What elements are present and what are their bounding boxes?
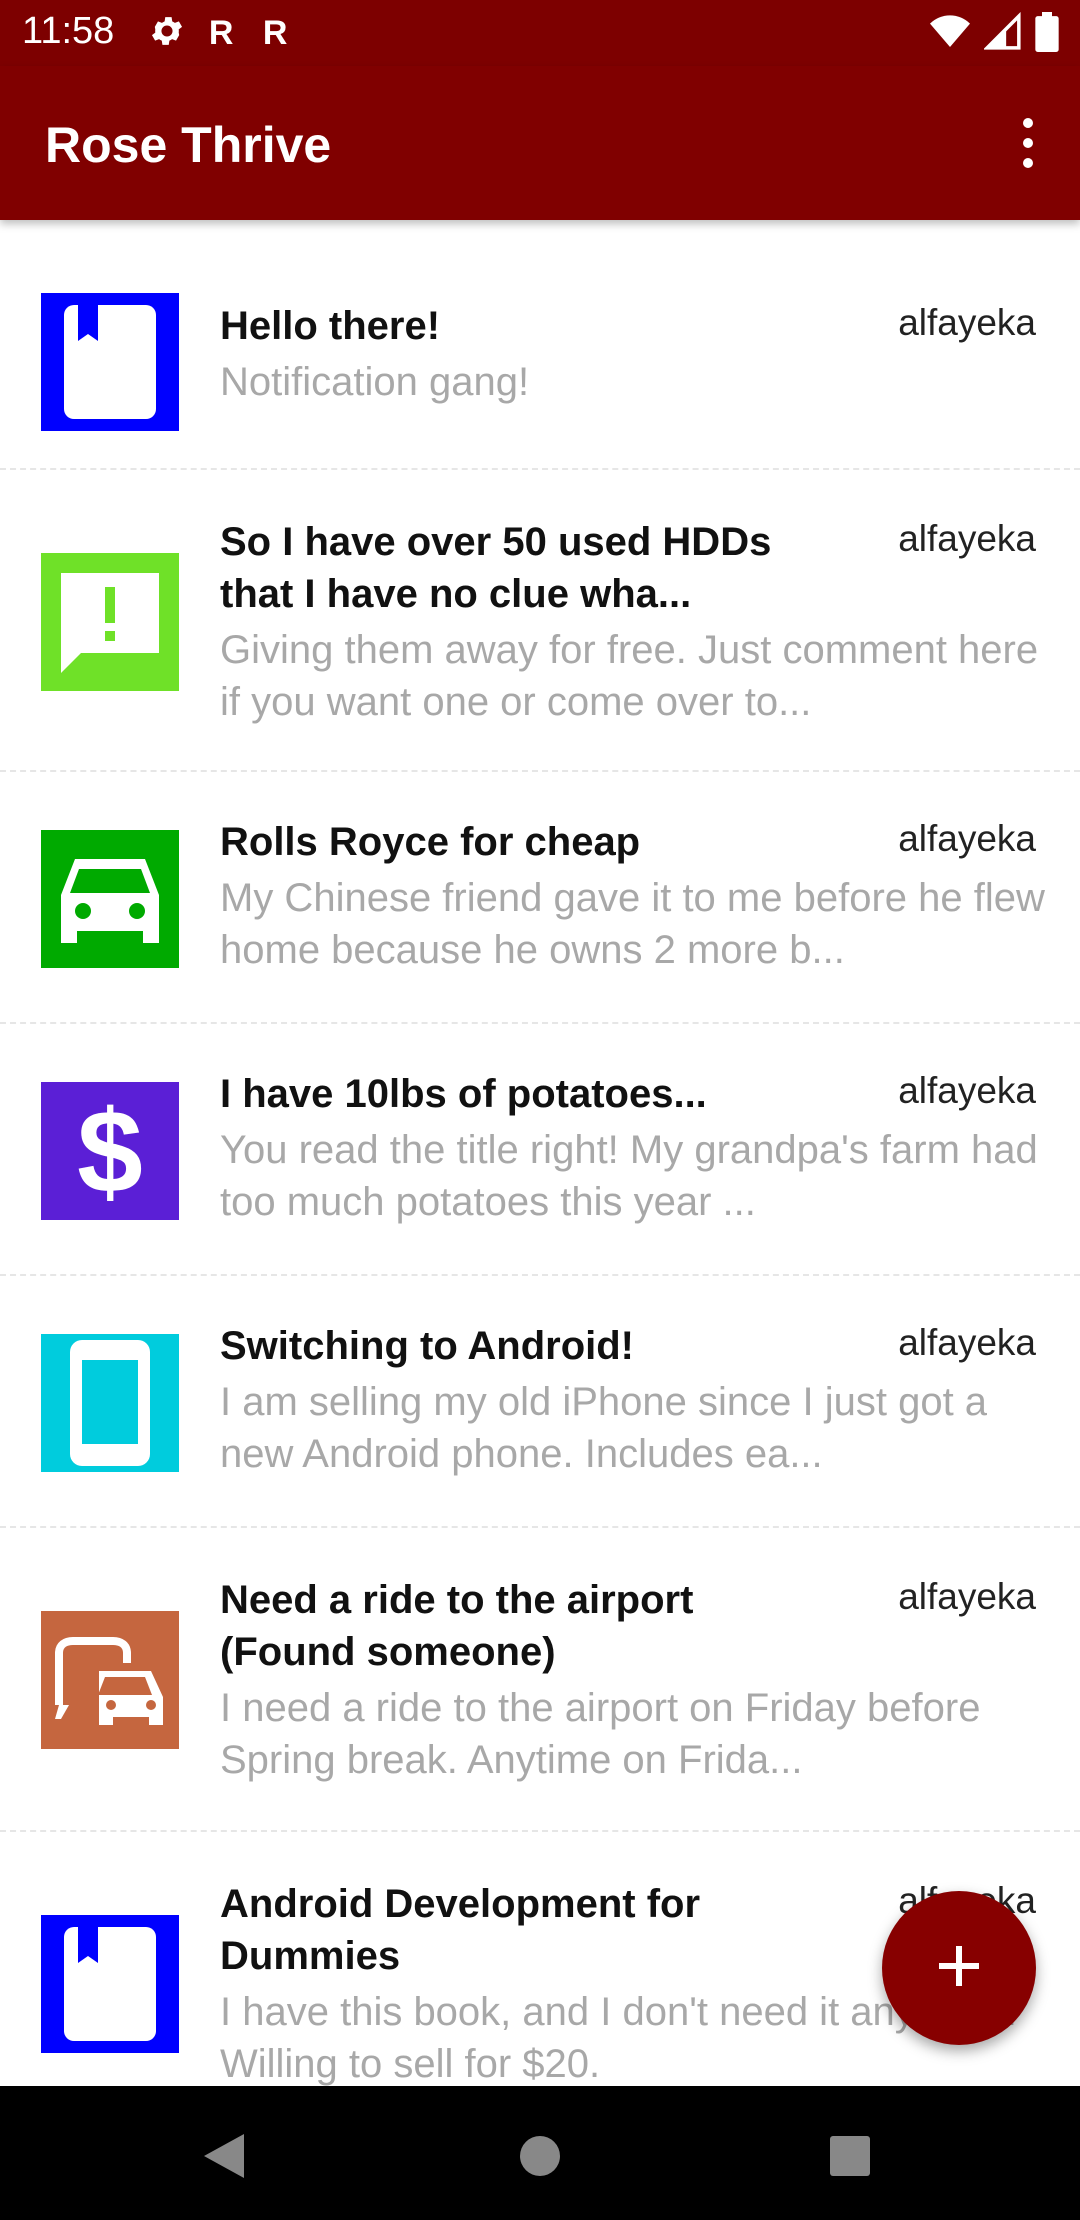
add-post-button[interactable] (882, 1891, 1036, 2045)
post-item[interactable]: Switching to Android! alfayeka I am sell… (0, 1276, 1080, 1528)
post-author[interactable]: alfayeka (898, 1068, 1036, 1114)
post-body: I need a ride to the airport on Friday b… (220, 1686, 981, 1782)
commute-icon (41, 1611, 179, 1749)
post-author[interactable]: alfayeka (898, 516, 1036, 562)
svg-text:R: R (209, 14, 234, 49)
car-icon (41, 830, 179, 968)
more-vert-icon[interactable] (998, 108, 1058, 178)
r-app-icon: R (206, 13, 240, 54)
post-author[interactable]: alfayeka (898, 1320, 1036, 1366)
navigation-bar (0, 2086, 1080, 2220)
book-icon (41, 1915, 179, 2053)
phone-icon (41, 1334, 179, 1472)
status-bar: 11:58 R R (0, 0, 1080, 66)
app-title: Rose Thrive (45, 117, 332, 173)
post-body: I am selling my old iPhone since I just … (220, 1380, 988, 1476)
back-icon[interactable] (194, 2126, 254, 2186)
dollar-icon: $ (41, 1082, 179, 1220)
post-author[interactable]: alfayeka (898, 1574, 1036, 1620)
book-icon (41, 293, 179, 431)
post-title: Hello there! (220, 304, 441, 348)
app-bar: Rose Thrive (0, 66, 1080, 220)
post-list[interactable]: Hello there! alfayeka Notification gang!… (0, 220, 1080, 2086)
svg-text:R: R (263, 14, 288, 49)
battery-icon (1034, 12, 1060, 57)
post-title: Switching to Android! (220, 1324, 635, 1368)
post-item[interactable]: Rolls Royce for cheap alfayeka My Chines… (0, 772, 1080, 1024)
post-title: I have 10lbs of potatoes... (220, 1072, 707, 1116)
post-body: My Chinese friend gave it to me before h… (220, 876, 1045, 972)
post-title: Need a ride to the airport (Found someon… (220, 1578, 694, 1674)
post-author[interactable]: alfayeka (898, 816, 1036, 862)
post-body: Giving them away for free. Just comment … (220, 628, 1039, 724)
post-body: You read the title right! My grandpa's f… (220, 1128, 1038, 1224)
post-title: Rolls Royce for cheap (220, 820, 641, 864)
post-item[interactable]: Hello there! alfayeka Notification gang! (0, 220, 1080, 470)
signal-icon (982, 11, 1022, 57)
post-item[interactable]: $ I have 10lbs of potatoes... alfayeka Y… (0, 1024, 1080, 1276)
post-item[interactable]: Need a ride to the airport (Found someon… (0, 1528, 1080, 1832)
status-time: 11:58 (22, 10, 115, 52)
post-title: Android Development for Dummies (220, 1882, 701, 1978)
recents-icon[interactable] (820, 2126, 880, 2186)
post-author[interactable]: alfayeka (898, 300, 1036, 346)
wifi-icon (928, 12, 972, 57)
status-icons-left: R R (148, 12, 294, 55)
r-app-icon: R (260, 13, 294, 54)
post-title: So I have over 50 used HDDs that I have … (220, 520, 772, 616)
svg-text:$: $ (77, 1092, 143, 1210)
post-item[interactable]: So I have over 50 used HDDs that I have … (0, 470, 1080, 772)
add-icon (937, 1944, 981, 1993)
post-body: Notification gang! (220, 360, 530, 404)
home-icon[interactable] (510, 2126, 570, 2186)
feedback-icon (41, 553, 179, 691)
status-icons-right (928, 11, 1060, 57)
gear-icon (148, 12, 186, 55)
